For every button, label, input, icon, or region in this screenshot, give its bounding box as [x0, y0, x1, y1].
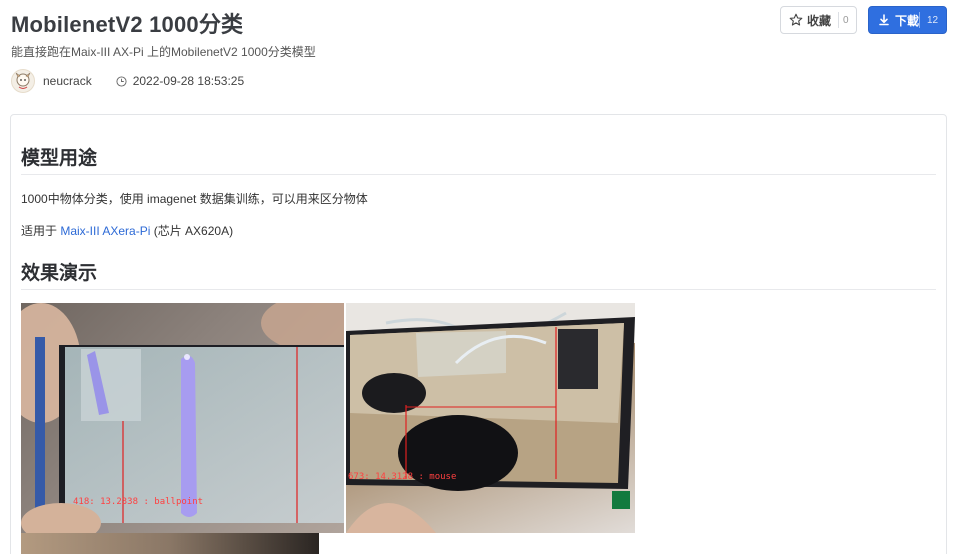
download-button[interactable]: 下載 12: [868, 6, 947, 34]
demo-image-partial: [21, 533, 319, 554]
applies-prefix: 适用于: [21, 224, 61, 238]
demo-image-mouse-art: 673: 14.3128 : mouse: [346, 303, 635, 533]
demo-image-ballpoint-art: 418: 13.2338 : ballpoint: [21, 303, 344, 533]
heading-divider: [21, 174, 936, 175]
heading-divider: [21, 289, 936, 290]
page-title: MobilenetV2 1000分类: [11, 12, 244, 37]
demo-image-ballpoint: 418: 13.2338 : ballpoint: [21, 303, 344, 533]
demo2-overlay-text: 673: 14.3128 : mouse: [348, 472, 456, 482]
demo-image-mouse: 673: 14.3128 : mouse: [346, 303, 635, 533]
page-subtitle: 能直接跑在Maix-III AX-Pi 上的MobilenetV2 1000分类…: [11, 45, 316, 59]
applies-suffix: (芯片 AX620A): [150, 224, 234, 238]
applies-paragraph: 适用于 Maix-III AXera-Pi (芯片 AX620A): [21, 222, 233, 239]
section-heading-demo: 效果演示: [21, 263, 98, 284]
favorite-button[interactable]: 收藏 0: [780, 6, 857, 34]
demo-images: 418: 13.2338 : ballpoint 673: 14.3128 : …: [21, 303, 635, 533]
download-divider: [919, 12, 920, 28]
author-name[interactable]: neucrack: [43, 74, 92, 88]
publish-date: 2022-09-28 18:53:25: [132, 74, 245, 88]
download-icon: [879, 14, 889, 26]
download-count: 12: [927, 15, 939, 26]
device-link[interactable]: Maix-III AXera-Pi: [60, 224, 150, 238]
meta-row: neucrack 2022-09-28 18:53:25: [11, 69, 244, 93]
favorite-divider: [838, 12, 839, 28]
readme-panel: 模型用途 1000中物体分类，使用 imagenet 数据集训练，可以用来区分物…: [10, 114, 947, 554]
download-label: 下載: [895, 13, 920, 28]
clock-icon: [116, 75, 127, 87]
usage-paragraph: 1000中物体分类，使用 imagenet 数据集训练，可以用来区分物体: [21, 192, 368, 206]
avatar[interactable]: [11, 69, 35, 93]
star-icon: [789, 13, 803, 26]
favorite-count: 0: [843, 15, 849, 26]
demo1-overlay-text: 418: 13.2338 : ballpoint: [73, 497, 203, 507]
favorite-label: 收藏: [807, 13, 832, 28]
section-heading-usage: 模型用途: [21, 148, 98, 169]
